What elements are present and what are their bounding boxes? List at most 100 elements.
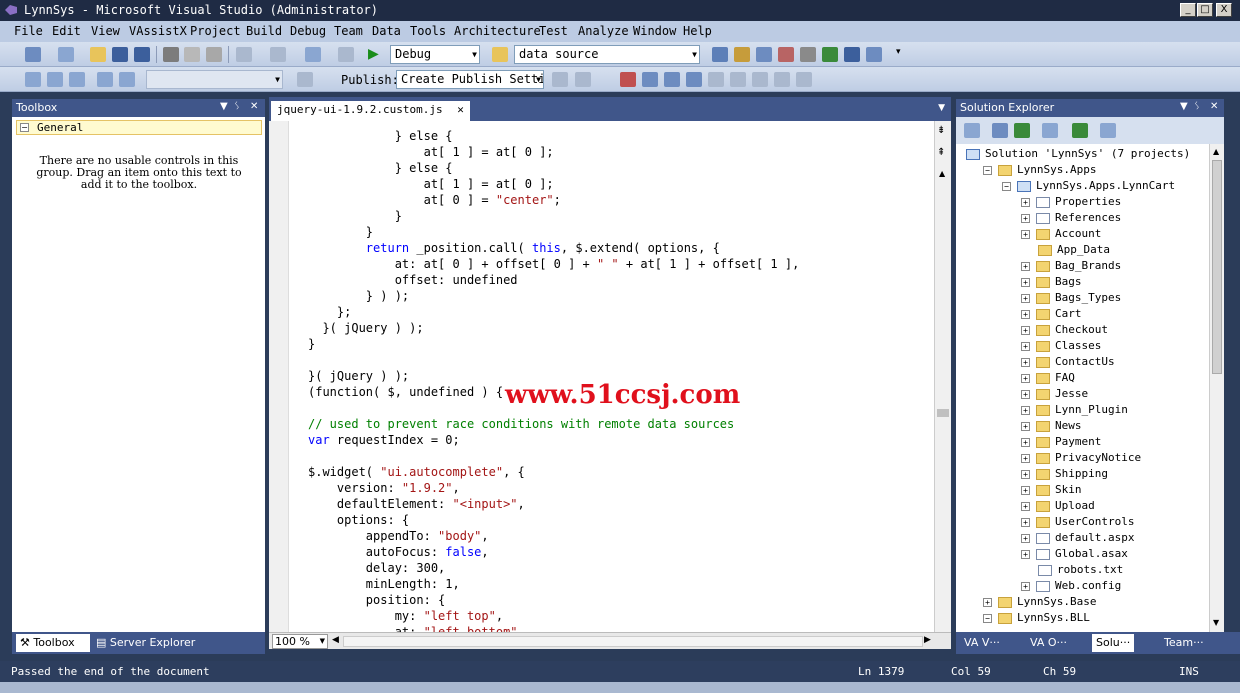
expand-icon[interactable]: + bbox=[1021, 501, 1030, 511]
expand-icon[interactable]: + bbox=[1021, 261, 1030, 271]
code-line[interactable]: } else { bbox=[308, 128, 799, 144]
navigate-back-icon[interactable] bbox=[305, 47, 321, 62]
refresh-icon[interactable] bbox=[1014, 123, 1030, 138]
tools-icon[interactable] bbox=[800, 47, 816, 62]
collapse-icon[interactable]: − bbox=[983, 613, 992, 623]
code-line[interactable]: appendTo: "body", bbox=[308, 528, 799, 544]
solution-configuration-select[interactable]: Debug ▼ bbox=[390, 45, 480, 64]
tree-item[interactable]: − LynnSys.BLL bbox=[983, 610, 1090, 626]
copy-icon[interactable] bbox=[184, 47, 200, 62]
code-line[interactable]: } bbox=[308, 336, 799, 352]
editor-vertical-scrollbar[interactable]: ⇟ ⇞ ▲ bbox=[934, 121, 951, 632]
paste-icon[interactable] bbox=[206, 47, 222, 62]
code-line[interactable] bbox=[308, 448, 799, 464]
redo-icon[interactable] bbox=[270, 47, 286, 62]
menu-file[interactable]: File bbox=[14, 24, 43, 38]
minimize-button[interactable]: _ bbox=[1180, 3, 1196, 17]
code-line[interactable]: return _position.call( this, $.extend( o… bbox=[308, 240, 799, 256]
step-out-icon[interactable] bbox=[752, 72, 768, 87]
navigate-forward-icon[interactable] bbox=[338, 47, 354, 62]
expand-icon[interactable]: + bbox=[1021, 357, 1030, 367]
menu-vassistx[interactable]: VAssistX bbox=[129, 24, 187, 38]
find-combo[interactable]: data source ▼ bbox=[514, 45, 700, 64]
properties-icon[interactable] bbox=[964, 123, 980, 138]
scroll-left-icon[interactable]: ◀ bbox=[332, 635, 339, 645]
expand-icon[interactable]: + bbox=[1021, 197, 1030, 207]
build-icon[interactable] bbox=[297, 72, 313, 87]
close-button[interactable]: X bbox=[1216, 3, 1232, 17]
menu-test[interactable]: Test bbox=[539, 24, 568, 38]
expand-icon[interactable]: + bbox=[1021, 325, 1030, 335]
expand-icon[interactable]: + bbox=[1021, 373, 1030, 383]
menu-architecture[interactable]: Architecture bbox=[454, 24, 541, 38]
menu-data[interactable]: Data bbox=[372, 24, 401, 38]
tree-item[interactable]: + UserControls bbox=[1021, 514, 1134, 530]
tree-item[interactable]: + PrivacyNotice bbox=[1021, 450, 1141, 466]
close-tab-icon[interactable]: ✕ bbox=[457, 103, 464, 116]
code-line[interactable]: var requestIndex = 0; bbox=[308, 432, 799, 448]
tree-item[interactable]: + Bag_Brands bbox=[1021, 258, 1121, 274]
expand-icon[interactable]: + bbox=[1021, 389, 1030, 399]
tree-item[interactable]: + Properties bbox=[1021, 194, 1121, 210]
tree-item[interactable]: + Lynn_Plugin bbox=[1021, 402, 1128, 418]
tree-item[interactable]: + Upload bbox=[1021, 498, 1095, 514]
code-line[interactable]: $.widget( "ui.autocomplete", { bbox=[308, 464, 799, 480]
class-diagram-icon[interactable] bbox=[1100, 123, 1116, 138]
extension-icon[interactable] bbox=[844, 47, 860, 62]
tree-item[interactable]: − LynnSys.Apps bbox=[983, 162, 1096, 178]
step-over-icon[interactable] bbox=[730, 72, 746, 87]
tree-item[interactable]: + Shipping bbox=[1021, 466, 1108, 482]
expand-icon[interactable]: + bbox=[1021, 549, 1030, 559]
bookmark-icon[interactable] bbox=[119, 72, 135, 87]
code-line[interactable]: defaultElement: "<input>", bbox=[308, 496, 799, 512]
expand-icon[interactable]: + bbox=[983, 597, 992, 607]
find-icon[interactable] bbox=[712, 47, 728, 62]
pin-icon[interactable]: ᛊ bbox=[1194, 101, 1200, 112]
scroll-up-icon[interactable]: ▲ bbox=[939, 169, 945, 178]
tree-item[interactable]: − LynnSys.Apps.LynnCart bbox=[1002, 178, 1175, 194]
horizontal-scrollbar[interactable] bbox=[343, 636, 923, 647]
menu-project[interactable]: Project bbox=[190, 24, 241, 38]
expand-icon[interactable]: + bbox=[1021, 421, 1030, 431]
tree-item[interactable]: + Checkout bbox=[1021, 322, 1108, 338]
command-window-icon[interactable] bbox=[866, 47, 882, 62]
maximize-button[interactable]: □ bbox=[1197, 3, 1213, 17]
scroll-thumb[interactable] bbox=[937, 409, 949, 417]
tree-item[interactable]: + Cart bbox=[1021, 306, 1082, 322]
expand-icon[interactable]: + bbox=[1021, 293, 1030, 303]
menu-analyze[interactable]: Analyze bbox=[578, 24, 629, 38]
object-browser-icon[interactable] bbox=[756, 47, 772, 62]
expand-icon[interactable]: + bbox=[1021, 437, 1030, 447]
expand-icon[interactable]: + bbox=[1021, 341, 1030, 351]
uncomment-icon[interactable] bbox=[97, 72, 113, 87]
expand-icon[interactable]: + bbox=[1021, 309, 1030, 319]
code-line[interactable]: at: at[ 0 ] + offset[ 0 ] + " " + at[ 1 … bbox=[308, 256, 800, 272]
tree-item[interactable]: + Classes bbox=[1021, 338, 1101, 354]
scroll-down-icon[interactable]: ▼ bbox=[1213, 618, 1219, 627]
expand-icon[interactable]: + bbox=[1021, 405, 1030, 415]
close-icon[interactable]: ✕ bbox=[1210, 101, 1218, 112]
open-icon[interactable] bbox=[90, 47, 106, 62]
expand-icon[interactable]: + bbox=[1021, 533, 1030, 543]
code-line[interactable]: at: "left bottom", bbox=[308, 624, 799, 632]
code-line[interactable]: at[ 1 ] = at[ 0 ]; bbox=[308, 144, 799, 160]
collapse-icon[interactable]: − bbox=[1002, 181, 1011, 191]
tree-item[interactable]: + News bbox=[1021, 418, 1082, 434]
close-icon[interactable]: ✕ bbox=[250, 101, 258, 112]
properties-icon[interactable] bbox=[734, 47, 750, 62]
view-code-icon[interactable] bbox=[1042, 123, 1058, 138]
tree-item[interactable]: robots.txt bbox=[1021, 562, 1123, 578]
tree-item[interactable]: + LynnSys.Base bbox=[983, 594, 1096, 610]
quick-watch-icon[interactable] bbox=[664, 72, 680, 87]
tree-item[interactable]: + Global.asax bbox=[1021, 546, 1128, 562]
code-line[interactable]: // used to prevent race conditions with … bbox=[308, 416, 799, 432]
pin-icon[interactable]: ᛊ bbox=[234, 101, 240, 112]
code-line[interactable]: }( jQuery ) ); bbox=[308, 320, 799, 336]
expand-icon[interactable]: + bbox=[1021, 581, 1030, 591]
collapse-icon[interactable]: − bbox=[20, 123, 29, 132]
save-icon[interactable] bbox=[112, 47, 128, 62]
document-tab[interactable]: jquery-ui-1.9.2.custom.js ✕ bbox=[271, 101, 470, 121]
publish-profile-select[interactable]: Create Publish Setting▼ bbox=[396, 70, 544, 89]
tree-item[interactable]: + Web.config bbox=[1021, 578, 1121, 594]
output-icon[interactable] bbox=[796, 72, 812, 87]
